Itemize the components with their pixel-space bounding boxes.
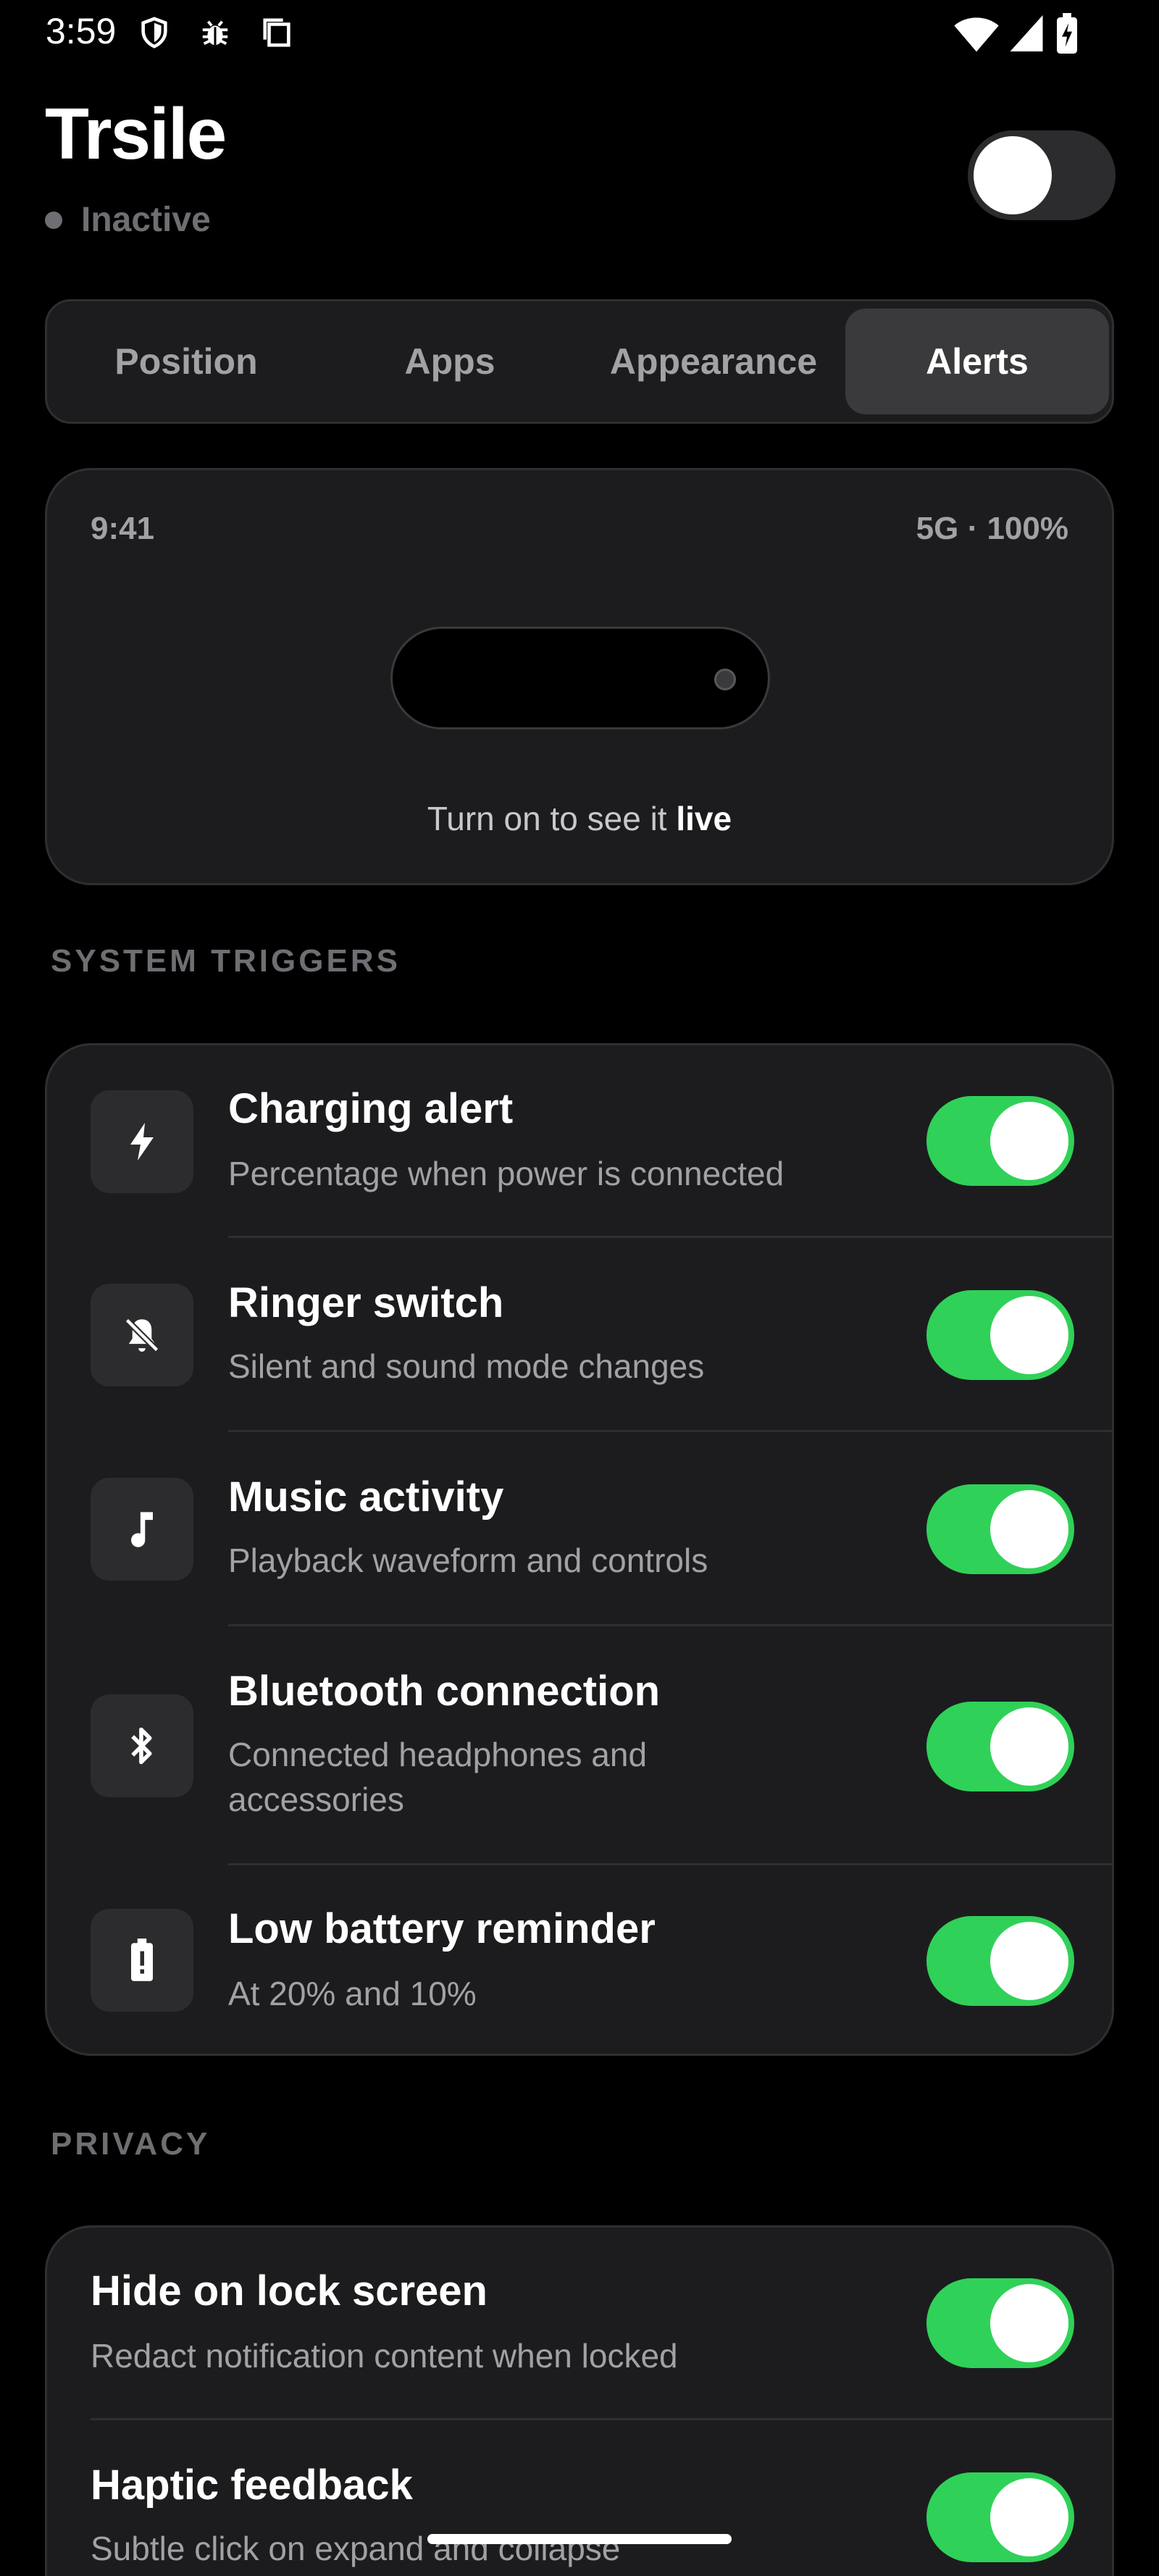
row-title: Charging alert [228, 1085, 514, 1132]
hide-on-lock-screen-toggle[interactable] [926, 2278, 1074, 2368]
row-title: Bluetooth connection [228, 1668, 661, 1715]
settings-tabs: Position Apps Appearance Alerts [45, 299, 1114, 424]
bell-off-icon-tile [91, 1284, 193, 1387]
row-title: Haptic feedback [91, 2462, 413, 2509]
bolt-icon [130, 1123, 154, 1161]
music-activity-toggle[interactable] [926, 1484, 1074, 1574]
toggle-knob [990, 1102, 1068, 1180]
screenshot-icon [263, 18, 290, 47]
bluetooth-icon [131, 1727, 152, 1765]
row-title: Ringer switch [228, 1279, 504, 1326]
list-item-bluetooth-connection[interactable]: Bluetooth connection Connected headphone… [47, 1626, 1112, 1865]
row-subtitle: Silent and sound mode changes [228, 1347, 705, 1385]
dynamic-island-preview [390, 627, 770, 729]
music-note-icon [131, 1512, 153, 1547]
preview-hint-emphasis: live [676, 800, 732, 837]
service-status-label: Inactive [81, 201, 211, 239]
preview-network-battery: 5G · 100% [916, 511, 1068, 546]
toggle-knob [990, 2284, 1068, 2362]
toggle-knob [990, 1490, 1068, 1568]
preview-time: 9:41 [91, 511, 155, 546]
row-subtitle: Connected headphones and accessories [228, 1736, 648, 1818]
system-triggers-card: Charging alert Percentage when power is … [45, 1043, 1114, 2056]
row-title: Music activity [228, 1473, 504, 1521]
camera-icon [714, 669, 736, 690]
list-item-low-battery-reminder[interactable]: Low battery reminder At 20% and 10% [47, 1865, 1112, 2054]
tab-apps[interactable]: Apps [318, 309, 582, 414]
section-header-privacy: PRIVACY [51, 2126, 211, 2162]
battery-alert-icon [131, 1939, 153, 1981]
app-title: Trsile [45, 93, 227, 175]
status-time: 3:59 [46, 11, 117, 51]
bug-icon [202, 20, 228, 46]
bell-off-icon [125, 1318, 159, 1352]
signal-icon [1010, 15, 1043, 51]
row-title: Low battery reminder [228, 1905, 656, 1952]
tab-appearance[interactable]: Appearance [582, 309, 845, 414]
toggle-knob [990, 1296, 1068, 1374]
low-battery-reminder-toggle[interactable] [926, 1916, 1074, 2006]
wifi-icon [954, 17, 999, 52]
list-item-music-activity[interactable]: Music activity Playback waveform and con… [47, 1432, 1112, 1626]
list-item-hide-on-lock-screen[interactable]: Hide on lock screen Redact notification … [47, 2228, 1112, 2420]
tab-position[interactable]: Position [54, 309, 318, 414]
row-subtitle: Percentage when power is connected [228, 1155, 784, 1192]
battery-charging-icon [1057, 13, 1077, 54]
haptic-feedback-toggle[interactable] [926, 2472, 1074, 2562]
status-bar: 3:59 [0, 0, 1159, 67]
toggle-knob [990, 1922, 1068, 2000]
row-subtitle: At 20% and 10% [228, 1975, 477, 2012]
row-subtitle: Redact notification content when locked [91, 2337, 678, 2375]
list-item-haptic-feedback[interactable]: Haptic feedback Subtle click on expand a… [47, 2420, 1112, 2576]
row-subtitle: Subtle click on expand and collapse [91, 2530, 621, 2567]
bluetooth-icon-tile [91, 1694, 193, 1797]
row-title: Hide on lock screen [91, 2267, 488, 2314]
charging-alert-toggle[interactable] [926, 1096, 1074, 1186]
home-indicator[interactable] [427, 2534, 732, 2544]
preview-hint-text: Turn on to see it [427, 800, 667, 837]
island-preview-card: 9:41 5G · 100% Turn on to see it live [45, 468, 1114, 885]
master-toggle[interactable] [968, 130, 1116, 220]
battery-alert-icon-tile [91, 1909, 193, 2012]
list-item-ringer-switch[interactable]: Ringer switch Silent and sound mode chan… [47, 1238, 1112, 1432]
shield-icon [141, 17, 167, 49]
toggle-knob [990, 1707, 1068, 1786]
music-note-icon-tile [91, 1478, 193, 1581]
tab-alerts[interactable]: Alerts [845, 309, 1109, 414]
section-header-system-triggers: SYSTEM TRIGGERS [51, 943, 401, 979]
bolt-icon-tile [91, 1090, 193, 1193]
row-subtitle: Playback waveform and controls [228, 1542, 708, 1579]
ringer-switch-toggle[interactable] [926, 1290, 1074, 1380]
list-item-charging-alert[interactable]: Charging alert Percentage when power is … [47, 1045, 1112, 1238]
privacy-card: Hide on lock screen Redact notification … [45, 2225, 1114, 2576]
bluetooth-connection-toggle[interactable] [926, 1702, 1074, 1791]
toggle-knob [990, 2478, 1068, 2556]
service-status: Inactive [45, 200, 211, 240]
master-toggle-knob [974, 136, 1052, 214]
status-dot-icon [45, 211, 62, 229]
preview-hint: Turn on to see it live [47, 799, 1112, 838]
